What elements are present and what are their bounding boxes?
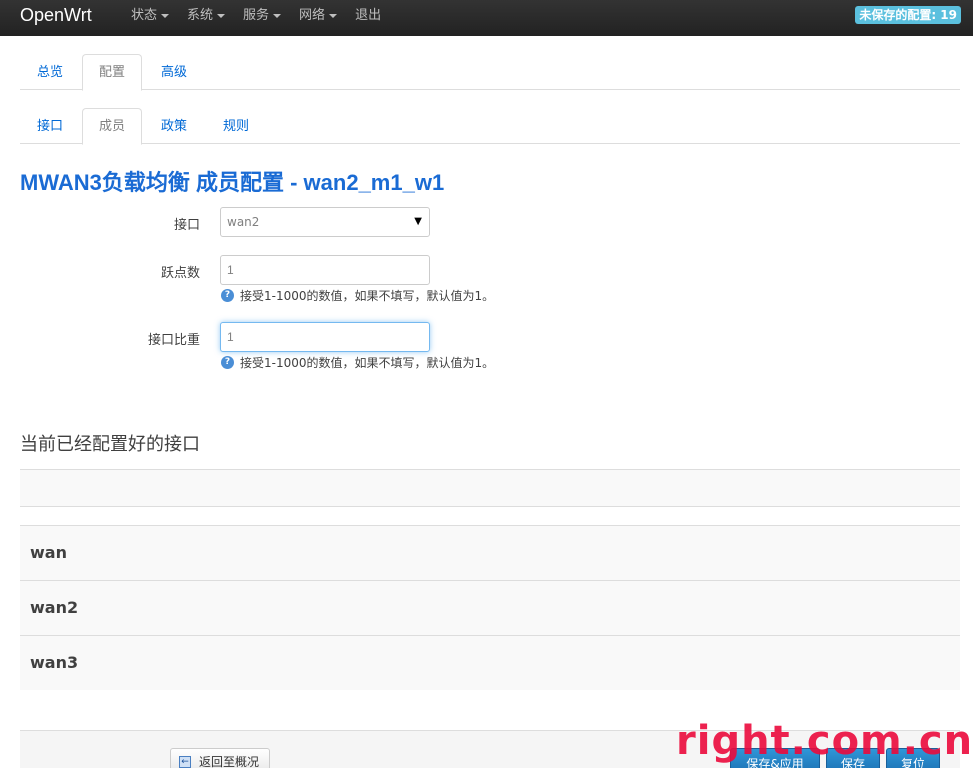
chevron-down-icon (161, 13, 170, 18)
menu-logout-label: 退出 (355, 8, 382, 23)
metric-hint-text: 接受1-1000的数值，如果不填写，默认值为1。 (240, 289, 495, 303)
menu-network-label: 网络 (299, 8, 326, 23)
page-title: MWAN3负载均衡 成员配置 - wan2_m1_w1 (20, 170, 445, 195)
dropdown-arrow-icon: ▼ (414, 216, 422, 227)
tab-advanced[interactable]: 高级 (144, 54, 204, 90)
menu-system[interactable]: 系统 (178, 0, 234, 36)
tab-interfaces[interactable]: 接口 (20, 108, 80, 144)
help-icon: ? (221, 356, 234, 369)
chevron-down-icon (273, 13, 282, 18)
tab-config[interactable]: 配置 (82, 54, 143, 91)
menu-services-label: 服务 (243, 8, 270, 23)
weight-hint: ? 接受1-1000的数值，如果不填写，默认值为1。 (221, 354, 494, 371)
menu-network[interactable]: 网络 (290, 0, 346, 36)
secondary-tabs: 接口 成员 政策 规则 (20, 108, 960, 145)
brand-logo[interactable]: OpenWrt (20, 5, 92, 26)
primary-tabs: 总览 配置 高级 (20, 54, 960, 91)
interface-select-value: wan2 (227, 215, 260, 229)
main-menu: 状态 系统 服务 网络 退出 (122, 0, 390, 36)
table-row: wan3 (20, 635, 960, 690)
weight-input[interactable] (220, 322, 430, 352)
tab-members[interactable]: 成员 (82, 108, 143, 145)
menu-status[interactable]: 状态 (122, 0, 178, 36)
table-header (20, 469, 960, 507)
table-row: wan (20, 525, 960, 580)
top-navbar: OpenWrt 状态 系统 服务 网络 退出 未保存的配置: 19 (0, 0, 973, 36)
menu-status-label: 状态 (131, 8, 158, 23)
menu-system-label: 系统 (187, 8, 214, 23)
metric-hint: ? 接受1-1000的数值，如果不填写，默认值为1。 (221, 287, 494, 304)
tab-rules[interactable]: 规则 (206, 108, 266, 144)
section-title: 当前已经配置好的接口 (20, 434, 200, 455)
tab-policies[interactable]: 政策 (144, 108, 204, 144)
help-icon: ? (221, 289, 234, 302)
menu-services[interactable]: 服务 (234, 0, 290, 36)
chevron-down-icon (329, 13, 338, 18)
menu-logout[interactable]: 退出 (346, 0, 390, 36)
weight-label: 接口比重 (147, 333, 200, 348)
table-row: wan2 (20, 580, 960, 635)
back-to-overview-button[interactable]: ← 返回至概况 (170, 748, 271, 768)
unsaved-changes-badge[interactable]: 未保存的配置: 19 (855, 6, 961, 24)
interface-label: 接口 (173, 218, 200, 233)
metric-input[interactable] (220, 255, 430, 285)
chevron-down-icon (217, 13, 226, 18)
weight-hint-text: 接受1-1000的数值，如果不填写，默认值为1。 (240, 356, 495, 370)
back-button-label: 返回至概况 (199, 755, 260, 768)
watermark: right.com.cn (676, 718, 973, 764)
metric-label: 跃点数 (160, 266, 200, 281)
interface-select[interactable]: wan2 ▼ (220, 207, 430, 237)
tab-overview[interactable]: 总览 (20, 54, 80, 90)
back-arrow-icon: ← (179, 756, 191, 768)
